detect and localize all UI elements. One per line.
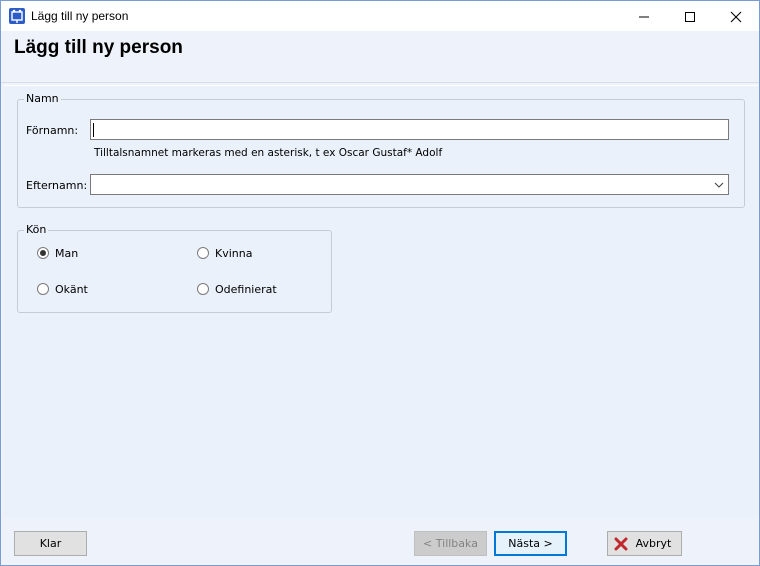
last-name-combobox[interactable] bbox=[90, 174, 729, 195]
gender-man-radio[interactable] bbox=[37, 247, 49, 259]
gender-undefined-label[interactable]: Odefinierat bbox=[215, 283, 277, 296]
done-button[interactable]: Klar bbox=[14, 531, 87, 556]
maximize-icon bbox=[685, 12, 695, 22]
cancel-x-icon bbox=[614, 537, 628, 551]
close-button[interactable] bbox=[713, 1, 759, 31]
cancel-label: Avbryt bbox=[635, 537, 672, 550]
title-bar[interactable]: Lägg till ny person bbox=[1, 1, 759, 31]
chevron-down-icon[interactable] bbox=[714, 180, 724, 190]
next-button[interactable]: Nästa > bbox=[494, 531, 567, 556]
gender-female-label[interactable]: Kvinna bbox=[215, 247, 252, 260]
text-caret bbox=[93, 123, 94, 137]
first-name-label: Förnamn: bbox=[26, 124, 79, 137]
window-title: Lägg till ny person bbox=[31, 9, 129, 23]
cancel-button[interactable]: Avbryt bbox=[607, 531, 682, 556]
maximize-button[interactable] bbox=[667, 1, 713, 31]
gender-unknown-radio[interactable] bbox=[37, 283, 49, 295]
gender-group: Kön Man Kvinna Okänt Odefinierat bbox=[17, 223, 332, 313]
wizard-footer: Klar < Tillbaka Nästa > Avbryt bbox=[1, 519, 759, 565]
name-hint: Tilltalsnamnet markeras med en asterisk,… bbox=[94, 147, 443, 159]
gender-female-radio[interactable] bbox=[197, 247, 209, 259]
gender-man-label[interactable]: Man bbox=[55, 247, 78, 260]
wizard-content: Namn Förnamn: Tilltalsnamnet markeras me… bbox=[4, 85, 758, 517]
gender-unknown-label[interactable]: Okänt bbox=[55, 283, 88, 296]
minimize-icon bbox=[639, 16, 649, 18]
gender-group-legend: Kön bbox=[24, 223, 49, 236]
last-name-label: Efternamn: bbox=[26, 179, 88, 192]
name-group-legend: Namn bbox=[24, 92, 61, 105]
gender-undefined-radio[interactable] bbox=[197, 283, 209, 295]
minimize-button[interactable] bbox=[621, 1, 667, 31]
first-name-input[interactable] bbox=[90, 119, 729, 140]
page-title: Lägg till ny person bbox=[14, 37, 183, 58]
name-group: Namn Förnamn: Tilltalsnamnet markeras me… bbox=[17, 92, 745, 208]
app-icon bbox=[9, 8, 25, 24]
back-button[interactable]: < Tillbaka bbox=[414, 531, 487, 556]
dialog-window: Lägg till ny person Lägg till ny person … bbox=[0, 0, 760, 566]
close-icon bbox=[730, 11, 742, 23]
